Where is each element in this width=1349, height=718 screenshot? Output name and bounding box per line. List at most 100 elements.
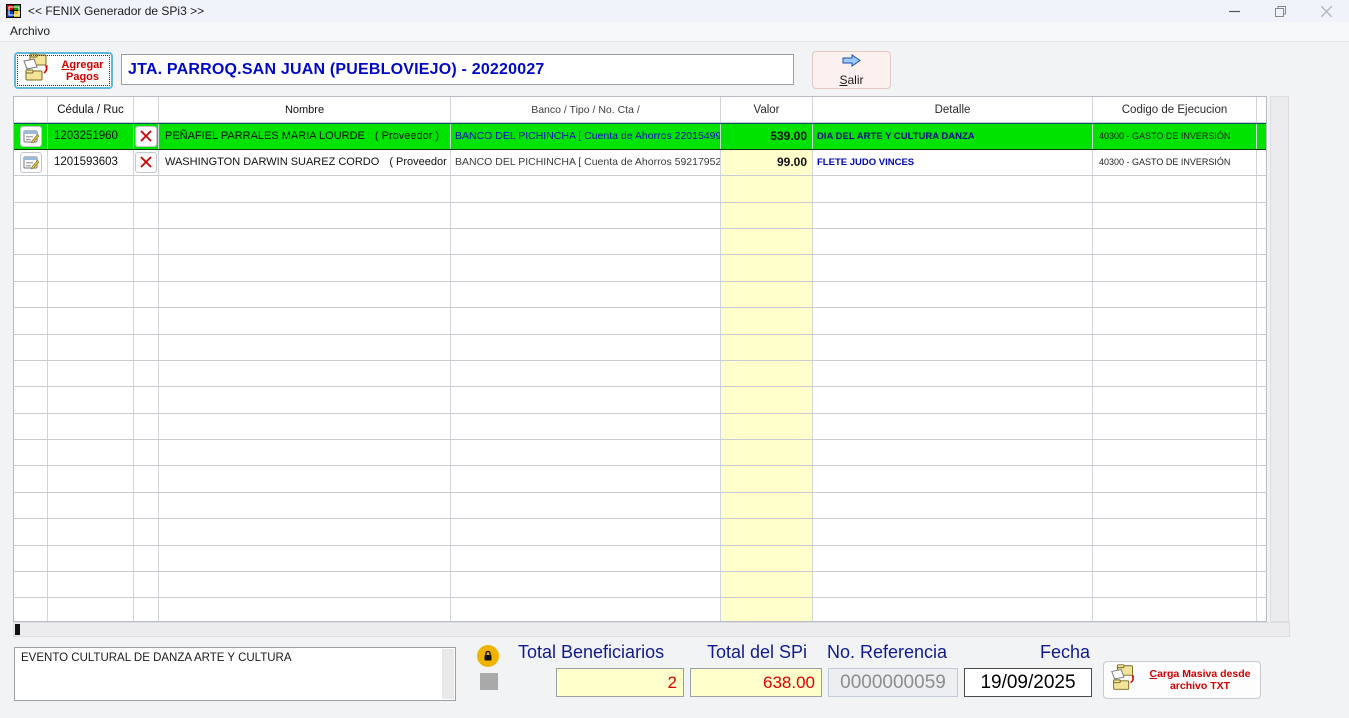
empty-cell [451,334,721,360]
empty-cell [14,281,48,308]
empty-cell [813,545,1093,572]
delete-row-icon[interactable] [135,125,157,147]
empty-cell [451,255,721,281]
carga-masiva-button[interactable]: Carga Masiva desde archivo TXT [1103,661,1261,699]
menu-archivo[interactable]: Archivo [0,22,58,41]
empty-cell [813,202,1093,228]
valor-cell[interactable]: 99.00 [721,149,813,176]
footer-panel: EVENTO CULTURAL DE DANZA ARTE Y CULTURA … [0,640,1349,718]
empty-cell [14,572,48,598]
empty-table-row[interactable] [14,466,1266,493]
empty-cell [1093,387,1257,413]
observacion-scrollbar[interactable] [442,649,454,699]
window-controls [1211,0,1349,22]
empty-cell [451,466,721,492]
empty-cell [159,308,451,334]
restore-icon[interactable] [1257,0,1303,22]
codigo-cell[interactable]: 40300 - GASTO DE INVERSIÓN [1093,124,1257,149]
empty-table-row[interactable] [14,598,1266,621]
empty-cell [813,308,1093,334]
empty-cell [1257,466,1266,491]
empty-table-row[interactable] [14,255,1266,282]
menu-bar: Archivo [0,22,1349,42]
horizontal-scrollbar-thumb[interactable] [15,624,20,635]
empty-cell [813,255,1093,281]
codigo-cell[interactable]: 40300 - GASTO DE INVERSIÓN [1093,149,1257,176]
empty-cell [14,466,48,492]
empty-cell [721,413,813,440]
salir-button[interactable]: Salir [812,51,891,89]
empty-table-row[interactable] [14,202,1266,229]
toolbar: Agregar Pagos JTA. PARROQ.SAN JUAN (PUEBL… [0,42,1349,96]
empty-cell [721,545,813,572]
empty-cell [1257,572,1266,597]
empty-cell [134,176,159,202]
nombre-cell[interactable]: PEÑAFIEL PARRALES MARIA LOURDE( Proveedo… [159,124,451,149]
empty-cell [813,387,1093,413]
empty-cell [159,572,451,598]
empty-cell [159,466,451,492]
empty-cell [134,572,159,598]
empty-cell [48,545,134,572]
empty-cell [134,545,159,572]
empty-cell [1093,360,1257,387]
detalle-cell[interactable]: FLETE JUDO VINCES [813,149,1093,176]
empty-table-row[interactable] [14,440,1266,467]
observacion-textarea[interactable]: EVENTO CULTURAL DE DANZA ARTE Y CULTURA [14,647,456,701]
header-icon-col [14,97,48,122]
nombre-cell[interactable]: WASHINGTON DARWIN SUAREZ CORDO( Proveedo… [159,149,451,176]
fecha-value: 19/09/2025 [980,671,1076,693]
empty-cell [721,466,813,492]
empty-table-row[interactable] [14,176,1266,203]
empty-table-row[interactable] [14,281,1266,309]
empty-table-row[interactable] [14,387,1266,414]
gray-indicator-square [480,673,498,690]
empty-cell [134,308,159,334]
empty-cell [1257,546,1266,571]
edit-row-icon[interactable] [19,125,42,147]
horizontal-scrollbar[interactable] [13,622,1290,637]
empty-cell [451,360,721,387]
valor-cell[interactable]: 539.00 [721,124,813,149]
table-row[interactable]: 1203251960 PEÑAFIEL PARRALES MARIA LOURDE… [14,123,1266,150]
empty-table-row[interactable] [14,360,1266,388]
fecha-field[interactable]: 19/09/2025 [964,668,1092,697]
banco-cell[interactable]: BANCO DEL PICHINCHA [ Cuenta de Ahorros … [451,124,721,149]
empty-table-row[interactable] [14,545,1266,573]
fecha-label: Fecha [1040,642,1091,662]
empty-cell [14,176,48,202]
empty-cell [159,492,451,519]
cedula-cell[interactable]: 1201593603 [48,149,134,176]
total-beneficiarios-field: 2 [556,668,684,697]
empty-cell [159,598,451,621]
empty-table-row[interactable] [14,228,1266,256]
banco-cell[interactable]: BANCO DEL PICHINCHA [ Cuenta de Ahorros … [451,149,721,176]
table-row[interactable]: 1201593603 WASHINGTON DARWIN SUAREZ CORDO… [14,149,1266,177]
empty-table-row[interactable] [14,334,1266,361]
lock-icon[interactable] [477,645,499,667]
detalle-cell[interactable]: DIA DEL ARTE Y CULTURA DANZA [813,124,1093,149]
empty-cell [1257,519,1266,544]
entity-input[interactable]: JTA. PARROQ.SAN JUAN (PUEBLOVIEJO) - 202… [121,54,794,85]
empty-cell [1257,361,1266,386]
empty-cell [451,492,721,519]
edit-row-icon[interactable] [19,151,42,173]
empty-table-row[interactable] [14,308,1266,335]
empty-cell [1257,440,1266,465]
agregar-pagos-button[interactable]: Agregar Pagos [14,52,113,89]
close-icon[interactable] [1303,0,1349,22]
empty-cell [159,545,451,572]
empty-table-row[interactable] [14,519,1266,546]
delete-row-icon[interactable] [135,151,157,173]
folder-upload-icon [1108,663,1140,698]
empty-table-row[interactable] [14,413,1266,441]
minimize-icon[interactable] [1211,0,1257,22]
tipo-text: ( Proveedor ) [374,130,440,143]
empty-table-row[interactable] [14,572,1266,599]
empty-cell [159,202,451,228]
empty-cell [1093,255,1257,281]
vertical-scrollbar[interactable] [1270,96,1289,622]
empty-cell [721,519,813,545]
cedula-cell[interactable]: 1203251960 [48,124,134,149]
empty-table-row[interactable] [14,492,1266,520]
